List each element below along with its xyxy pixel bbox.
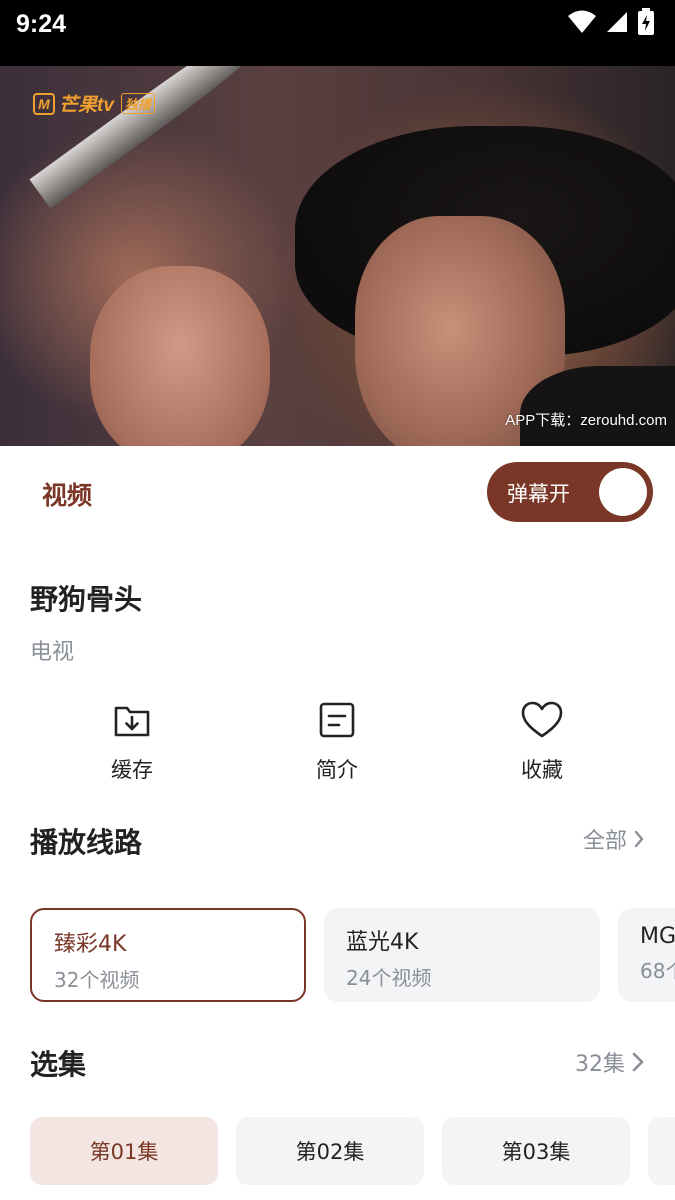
route-card-mg[interactable]: MG 68个	[618, 908, 675, 1002]
show-category: 电视	[30, 640, 75, 665]
status-bar: 9:24	[0, 0, 675, 66]
synopsis-label: 简介	[316, 758, 358, 782]
episode-button-02[interactable]: 第02集	[236, 1117, 424, 1185]
route-name: 臻彩4K	[54, 932, 127, 957]
mango-tv-logo-text: 芒果tv	[59, 95, 114, 116]
chevron-right-icon	[632, 1052, 644, 1072]
episodes-see-all[interactable]: 32集	[575, 1046, 645, 1078]
mango-tv-logo: M 芒果tv 独播	[33, 90, 155, 117]
app-screen: 9:24 M 芒果tv 独播 APP下载：zerouhd.com 视频 弹幕开 …	[0, 0, 675, 1200]
download-label: 缓存	[111, 758, 153, 782]
route-count: 32个视频	[54, 968, 140, 992]
route-card-zhencai-4k[interactable]: 臻彩4K 32个视频	[30, 908, 306, 1002]
favorite-label: 收藏	[521, 758, 563, 782]
video-scene-knife	[29, 66, 294, 209]
route-name: MG	[640, 924, 675, 949]
toggle-knob	[599, 468, 647, 516]
routes-see-all-label: 全部	[582, 829, 627, 854]
episodes-section-title: 选集	[30, 1048, 87, 1081]
status-icons	[567, 8, 655, 36]
battery-charging-icon	[638, 8, 654, 35]
document-icon	[319, 702, 355, 738]
tab-video[interactable]: 视频	[42, 476, 92, 512]
wifi-icon	[568, 10, 596, 33]
video-player[interactable]: M 芒果tv 独播 APP下载：zerouhd.com	[0, 66, 675, 446]
download-folder-icon	[114, 706, 150, 737]
download-button[interactable]: 缓存	[72, 700, 192, 784]
danmaku-toggle-label: 弹幕开	[507, 482, 570, 506]
routes-section-title: 播放线路	[30, 826, 143, 859]
exclusive-badge: 独播	[120, 93, 155, 114]
episode-button-03[interactable]: 第03集	[442, 1117, 630, 1185]
cellular-signal-icon	[607, 12, 627, 32]
favorite-button[interactable]: 收藏	[482, 700, 602, 784]
route-count: 24个视频	[346, 966, 432, 990]
route-card-bluray-4k[interactable]: 蓝光4K 24个视频	[324, 908, 600, 1002]
show-title: 野狗骨头	[30, 583, 143, 616]
episodes-count-label: 32集	[575, 1052, 625, 1077]
danmaku-toggle[interactable]: 弹幕开	[487, 462, 653, 522]
video-scene-hand	[90, 266, 270, 446]
heart-icon	[521, 701, 563, 738]
routes-see-all[interactable]: 全部	[583, 823, 645, 855]
mango-tv-logo-icon: M	[33, 92, 55, 115]
synopsis-button[interactable]: 简介	[277, 700, 397, 784]
status-time: 9:24	[16, 10, 67, 38]
chevron-right-icon	[634, 830, 644, 848]
video-watermark: APP下载：zerouhd.com	[505, 412, 667, 429]
episode-button-01[interactable]: 第01集	[30, 1117, 218, 1185]
route-count: 68个	[640, 959, 675, 983]
episode-button-partial[interactable]	[648, 1117, 675, 1185]
route-name: 蓝光4K	[346, 930, 419, 955]
